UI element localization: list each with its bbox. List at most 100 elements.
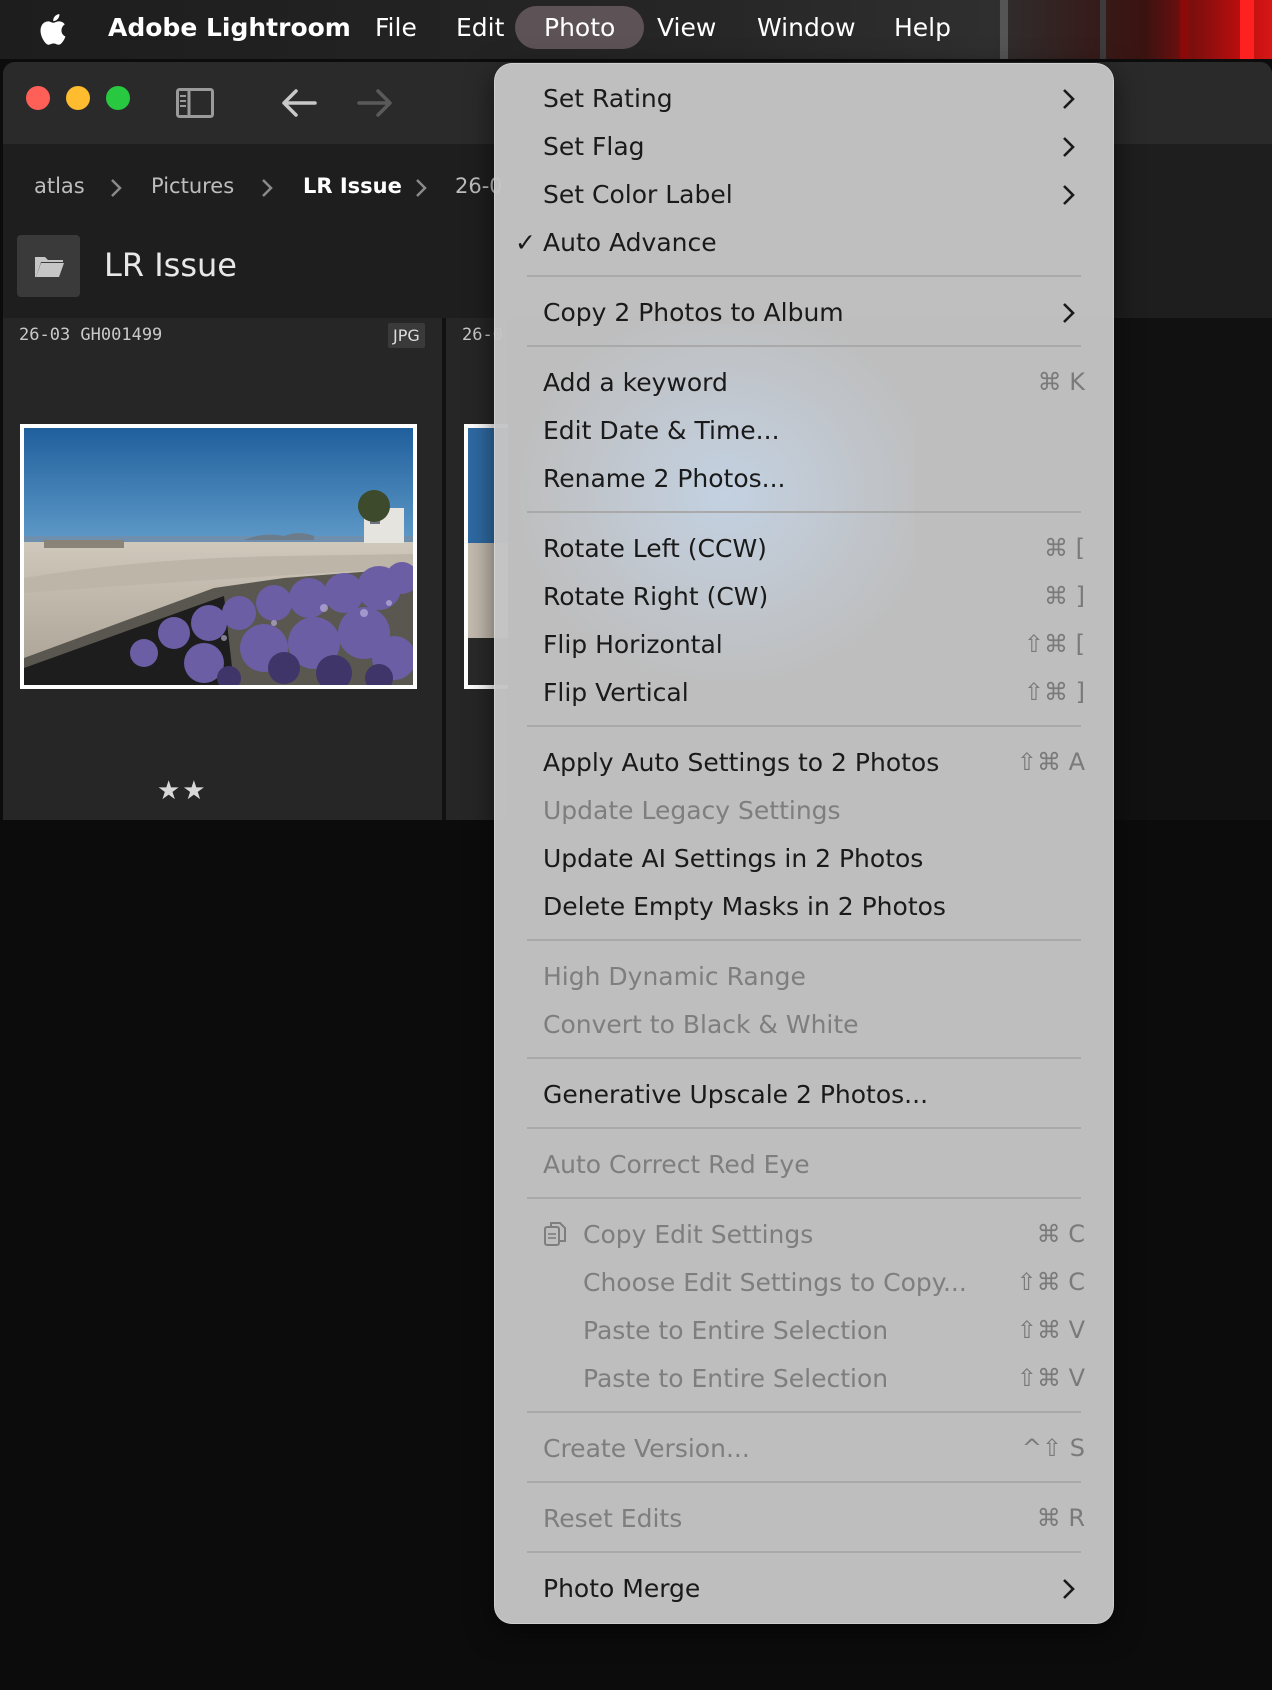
- menu-separator: [527, 275, 1081, 277]
- menu-item-label: Add a keyword: [543, 368, 728, 397]
- menu-item-auto-correct-red-eye: Auto Correct Red Eye: [543, 1144, 1085, 1188]
- menu-item-set-flag[interactable]: Set Flag: [543, 126, 1085, 170]
- photo-filename: 26-03 GH001499: [19, 325, 163, 345]
- menu-item-edit-date-time[interactable]: Edit Date & Time...: [543, 410, 1085, 454]
- menu-item-flip-vertical[interactable]: Flip Vertical ⇧⌘ ]: [543, 672, 1085, 716]
- menu-item-label: Choose Edit Settings to Copy...: [583, 1268, 967, 1297]
- chevron-right-icon: [1063, 303, 1075, 323]
- app-name-menu[interactable]: Adobe Lightroom: [108, 13, 351, 42]
- background-stripe: [1240, 0, 1254, 59]
- back-arrow-icon[interactable]: [279, 86, 319, 120]
- menu-item-rotate-left[interactable]: Rotate Left (CCW) ⌘ [: [543, 528, 1085, 572]
- chevron-right-icon: [1063, 1579, 1075, 1599]
- menu-separator: [527, 1127, 1081, 1129]
- chevron-right-icon: [1063, 137, 1075, 157]
- breadcrumb-pictures[interactable]: Pictures: [151, 174, 234, 198]
- menu-item-auto-advance[interactable]: ✓ Auto Advance: [515, 222, 1085, 266]
- menu-photo[interactable]: Photo: [515, 6, 645, 49]
- minimize-window-button[interactable]: [66, 86, 90, 110]
- folder-button[interactable]: [17, 235, 80, 297]
- menu-item-label: Paste to Entire Selection: [583, 1364, 889, 1393]
- shortcut-label: ⌘ ]: [1044, 582, 1085, 610]
- menu-window[interactable]: Window: [757, 13, 856, 42]
- menu-view[interactable]: View: [657, 13, 716, 42]
- menu-item-label: Auto Correct Red Eye: [543, 1150, 810, 1179]
- menu-separator: [527, 345, 1081, 347]
- background-stripe: [1100, 0, 1106, 59]
- rating-stars[interactable]: ★★: [157, 776, 208, 806]
- chevron-right-icon: [1063, 185, 1075, 205]
- menu-help[interactable]: Help: [894, 13, 951, 42]
- photo-menu: Set Rating Set Flag Set Color Label ✓ Au…: [494, 63, 1114, 1624]
- shortcut-label: ⌘ C: [1036, 1220, 1085, 1248]
- menu-separator: [527, 1481, 1081, 1483]
- sidebar-toggle-icon[interactable]: [176, 88, 214, 118]
- menu-item-paste-entire-selection: Paste to Entire Selection ⇧⌘ V: [543, 1310, 1085, 1354]
- shortcut-label: ⇧⌘ [: [1023, 630, 1085, 658]
- forward-arrow-icon[interactable]: [355, 86, 395, 120]
- menu-item-reset-edits: Reset Edits ⌘ R: [543, 1498, 1085, 1542]
- menu-file[interactable]: File: [375, 13, 417, 42]
- zoom-window-button[interactable]: [106, 86, 130, 110]
- menu-item-copy-edit-settings: Copy Edit Settings ⌘ C: [543, 1214, 1085, 1258]
- menu-item-copy-to-album[interactable]: Copy 2 Photos to Album: [543, 292, 1085, 336]
- menu-separator: [527, 1197, 1081, 1199]
- menu-item-photo-merge[interactable]: Photo Merge: [543, 1568, 1085, 1612]
- menu-item-label: Edit Date & Time...: [543, 416, 780, 445]
- menu-item-label: Copy Edit Settings: [583, 1220, 814, 1249]
- menu-item-paste-entire-selection: Paste to Entire Selection ⇧⌘ V: [543, 1358, 1085, 1402]
- menu-item-label: Set Color Label: [543, 180, 733, 209]
- chevron-right-icon: [262, 179, 273, 197]
- shortcut-label: ⌘ K: [1037, 368, 1085, 396]
- menu-edit[interactable]: Edit: [456, 13, 504, 42]
- menu-item-label: Rename 2 Photos...: [543, 464, 786, 493]
- background-stripe: [1000, 0, 1008, 59]
- breadcrumb-lr-issue[interactable]: LR Issue: [303, 174, 402, 198]
- copy-icon: [544, 1222, 566, 1246]
- menu-item-delete-empty-masks[interactable]: Delete Empty Masks in 2 Photos: [543, 886, 1085, 930]
- menu-item-set-rating[interactable]: Set Rating: [543, 78, 1085, 122]
- menu-item-convert-black-white: Convert to Black & White: [543, 1004, 1085, 1048]
- menu-separator: [527, 939, 1081, 941]
- menu-item-label: Update AI Settings in 2 Photos: [543, 844, 924, 873]
- shortcut-label: ⇧⌘ C: [1016, 1268, 1086, 1296]
- menu-item-label: Update Legacy Settings: [543, 796, 841, 825]
- menu-separator: [527, 1411, 1081, 1413]
- menu-item-set-color-label[interactable]: Set Color Label: [543, 174, 1085, 218]
- menu-item-label: Flip Vertical: [543, 678, 689, 707]
- close-window-button[interactable]: [26, 86, 50, 110]
- apple-icon[interactable]: [38, 11, 72, 47]
- background-stripe: [1180, 0, 1190, 59]
- menu-item-update-ai-settings[interactable]: Update AI Settings in 2 Photos: [543, 838, 1085, 882]
- menu-separator: [527, 1551, 1081, 1553]
- menu-item-apply-auto-settings[interactable]: Apply Auto Settings to 2 Photos ⇧⌘ A: [543, 742, 1085, 786]
- menu-item-label: Convert to Black & White: [543, 1010, 859, 1039]
- shortcut-label: ⇧⌘ A: [1016, 748, 1085, 776]
- menu-item-add-keyword[interactable]: Add a keyword ⌘ K: [543, 362, 1085, 406]
- shortcut-label: ⌘ [: [1044, 534, 1085, 562]
- menu-item-label: Set Rating: [543, 84, 673, 113]
- menu-item-rename[interactable]: Rename 2 Photos...: [543, 458, 1085, 502]
- menu-item-label: Rotate Left (CCW): [543, 534, 767, 563]
- shortcut-label: ⇧⌘ V: [1016, 1364, 1085, 1392]
- menu-item-update-legacy-settings: Update Legacy Settings: [543, 790, 1085, 834]
- shortcut-label: ^⇧ S: [1021, 1434, 1085, 1462]
- menu-item-choose-edit-settings: Choose Edit Settings to Copy... ⇧⌘ C: [543, 1262, 1085, 1306]
- menu-item-rotate-right[interactable]: Rotate Right (CW) ⌘ ]: [543, 576, 1085, 620]
- menu-item-flip-horizontal[interactable]: Flip Horizontal ⇧⌘ [: [543, 624, 1085, 668]
- menu-item-label: Auto Advance: [543, 228, 717, 257]
- menu-item-label: Delete Empty Masks in 2 Photos: [543, 892, 946, 921]
- beach-photo-image: [24, 428, 413, 685]
- chevron-right-icon: [1063, 89, 1075, 109]
- menu-item-label: High Dynamic Range: [543, 962, 806, 991]
- menu-separator: [527, 1057, 1081, 1059]
- folder-title: LR Issue: [104, 246, 237, 284]
- chevron-right-icon: [416, 179, 427, 197]
- checkmark-icon: ✓: [515, 228, 536, 257]
- photo-thumbnail[interactable]: [20, 424, 417, 689]
- shortcut-label: ⇧⌘ V: [1016, 1316, 1085, 1344]
- menu-item-generative-upscale[interactable]: Generative Upscale 2 Photos...: [543, 1074, 1085, 1118]
- chevron-right-icon: [111, 179, 122, 197]
- breadcrumb-atlas[interactable]: atlas: [34, 174, 85, 198]
- menu-item-label: Paste to Entire Selection: [583, 1316, 889, 1345]
